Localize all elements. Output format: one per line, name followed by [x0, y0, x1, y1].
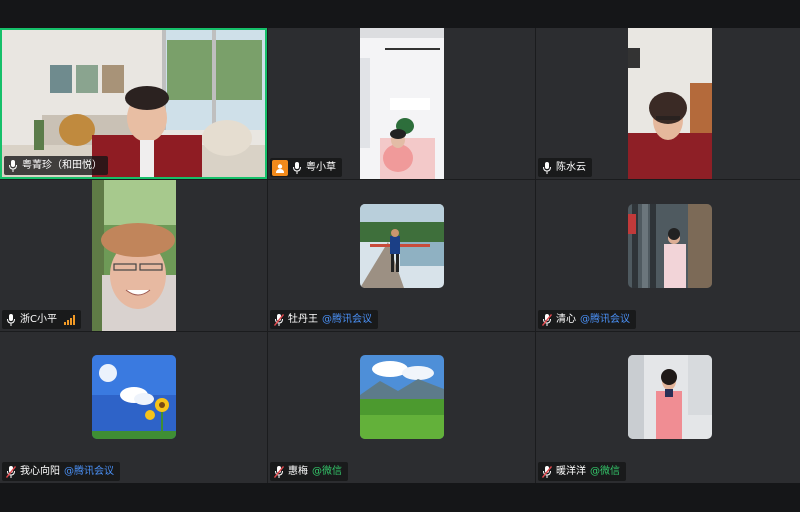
participant-label: 我心向阳 @腾讯会议: [2, 462, 120, 481]
participant-label: 陈水云: [538, 158, 592, 177]
participant-name: 牡丹王: [288, 314, 318, 325]
video-grid: 粤菁珍（和田悦） 粤小草 陈水云 浙C小平 牡丹王 @腾讯会议 清心 @腾讯会议…: [0, 28, 800, 483]
participant-label: 牡丹王 @腾讯会议: [270, 310, 378, 329]
participant-label: 粤小草: [270, 158, 342, 177]
participant-name: 粤菁珍（和田悦）: [22, 160, 102, 171]
participant-source: @微信: [590, 466, 620, 477]
room-video: [360, 28, 444, 179]
microphone-muted-icon: [274, 465, 284, 478]
top-bar: [0, 0, 800, 28]
participant-source: @腾讯会议: [64, 466, 114, 477]
microphone-icon: [7, 313, 15, 326]
video-tile[interactable]: 我心向阳 @腾讯会议: [0, 332, 267, 483]
avatar-photo: [628, 204, 712, 288]
video-tile[interactable]: 粤小草: [268, 28, 535, 179]
participant-label: 粤菁珍（和田悦）: [4, 156, 108, 175]
avatar-photo: [628, 355, 712, 439]
microphone-muted-icon: [6, 465, 16, 478]
microphone-muted-icon: [274, 313, 284, 326]
participant-source: @腾讯会议: [322, 314, 372, 325]
participant-name: 粤小草: [306, 162, 336, 173]
smiling-woman-video: [92, 180, 176, 331]
microphone-muted-icon: [542, 465, 552, 478]
participant-label: 暖洋洋 @微信: [538, 462, 626, 481]
participant-label: 浙C小平: [2, 310, 81, 329]
participant-name: 暖洋洋: [556, 466, 586, 477]
participant-name: 惠梅: [288, 466, 308, 477]
portrait-video: [628, 28, 712, 179]
video-tile[interactable]: 惠梅 @微信: [268, 332, 535, 483]
participant-label: 惠梅 @微信: [270, 462, 348, 481]
participant-name: 浙C小平: [20, 314, 57, 325]
participant-source: @腾讯会议: [580, 314, 630, 325]
avatar-photo: [360, 204, 444, 288]
participant-name: 我心向阳: [20, 466, 60, 477]
avatar-icon: [272, 159, 288, 176]
participant-name: 陈水云: [556, 162, 586, 173]
participant-label: 清心 @腾讯会议: [538, 310, 636, 329]
avatar-photo: [360, 355, 444, 439]
avatar-photo: [92, 355, 176, 439]
microphone-icon: [293, 161, 301, 174]
video-tile[interactable]: 清心 @腾讯会议: [536, 180, 800, 331]
bottom-bar: [0, 483, 800, 512]
microphone-icon: [9, 159, 17, 172]
video-tile[interactable]: 粤菁珍（和田悦）: [0, 28, 267, 179]
video-tile[interactable]: 陈水云: [536, 28, 800, 179]
living-room-video: [2, 30, 265, 177]
video-tile[interactable]: 暖洋洋 @微信: [536, 332, 800, 483]
video-tile[interactable]: 浙C小平: [0, 180, 267, 331]
signal-icon: [63, 314, 75, 325]
microphone-icon: [543, 161, 551, 174]
participant-name: 清心: [556, 314, 576, 325]
microphone-muted-icon: [542, 313, 552, 326]
video-tile[interactable]: 牡丹王 @腾讯会议: [268, 180, 535, 331]
participant-source: @微信: [312, 466, 342, 477]
